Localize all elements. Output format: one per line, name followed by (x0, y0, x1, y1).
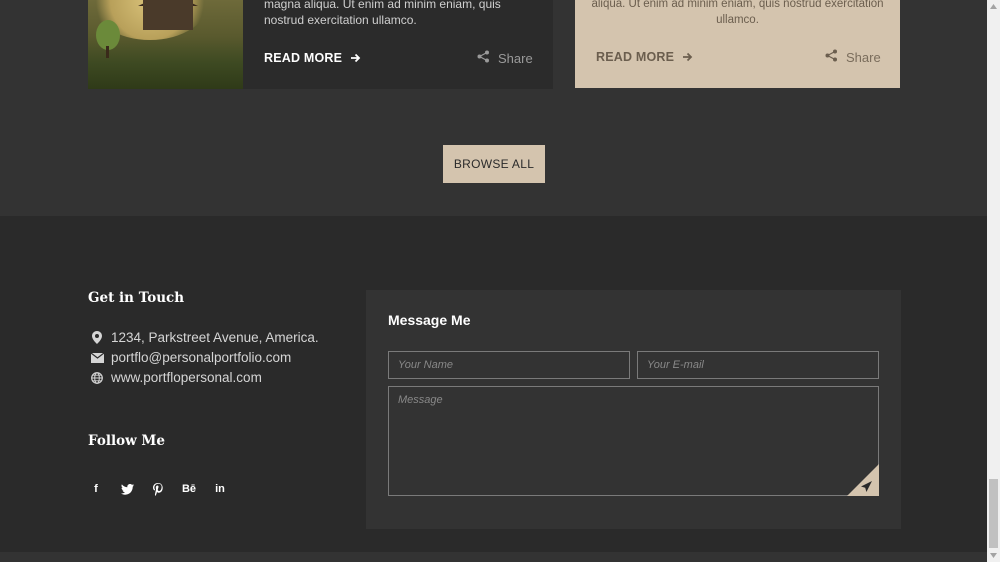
message-textarea[interactable]: Message (388, 386, 879, 496)
email-text[interactable]: portflo@personalportfolio.com (111, 350, 291, 365)
blog-card-excerpt: aliqua. Ut enim ad minim eniam, quis nos… (591, 0, 884, 26)
share-button[interactable]: Share (477, 50, 533, 66)
behance-icon[interactable]: Bē (181, 481, 197, 497)
map-marker-icon (88, 331, 106, 344)
browse-all-button[interactable]: BROWSE ALL (443, 145, 545, 183)
facebook-icon[interactable]: f (88, 481, 104, 497)
globe-icon (88, 371, 106, 384)
envelope-icon (88, 352, 106, 363)
email-line: portflo@personalportfolio.com (88, 350, 291, 365)
follow-me-heading: Follow Me (88, 433, 165, 449)
send-button[interactable] (847, 464, 879, 496)
website-text[interactable]: www.portflopersonal.com (111, 370, 262, 385)
address-text: 1234, Parkstreet Avenue, America. (111, 330, 319, 345)
message-form: Message Me Your Name Your E-mail Message (366, 290, 901, 529)
footer: Get in Touch 1234, Parkstreet Avenue, Am… (0, 216, 987, 552)
message-form-title: Message Me (388, 312, 471, 328)
scroll-up-icon[interactable] (987, 0, 1000, 13)
blog-card-image[interactable] (88, 0, 243, 89)
email-input[interactable]: Your E-mail (637, 351, 879, 379)
share-icon (477, 50, 490, 66)
website-line: www.portflopersonal.com (88, 370, 262, 385)
address-line: 1234, Parkstreet Avenue, America. (88, 330, 319, 345)
blog-card: magna aliqua. Ut enim ad minim eniam, qu… (88, 0, 553, 89)
read-more-label: READ MORE (596, 50, 675, 64)
share-label: Share (498, 50, 533, 66)
share-label: Share (846, 49, 881, 65)
scrollbar-thumb[interactable] (989, 479, 998, 548)
arrow-right-icon (678, 50, 693, 64)
blog-card-excerpt: magna aliqua. Ut enim ad minim eniam, qu… (264, 0, 501, 27)
get-in-touch-heading: Get in Touch (88, 290, 185, 306)
scroll-down-icon[interactable] (987, 549, 1000, 562)
read-more-link[interactable]: READ MORE (264, 51, 361, 65)
bottom-strip (0, 552, 987, 562)
share-button[interactable]: Share (825, 49, 881, 65)
arrow-right-icon (346, 51, 361, 65)
name-input[interactable]: Your Name (388, 351, 630, 379)
social-links: f Bē in (88, 481, 243, 497)
read-more-link[interactable]: READ MORE (596, 50, 693, 64)
twitter-icon[interactable] (119, 481, 135, 497)
share-icon (825, 49, 838, 65)
linkedin-icon[interactable]: in (212, 481, 228, 497)
read-more-label: READ MORE (264, 51, 343, 65)
blog-card: aliqua. Ut enim ad minim eniam, quis nos… (575, 0, 900, 88)
pinterest-icon[interactable] (150, 481, 166, 497)
blog-section: magna aliqua. Ut enim ad minim eniam, qu… (0, 0, 987, 216)
page-scrollbar[interactable] (987, 0, 1000, 562)
